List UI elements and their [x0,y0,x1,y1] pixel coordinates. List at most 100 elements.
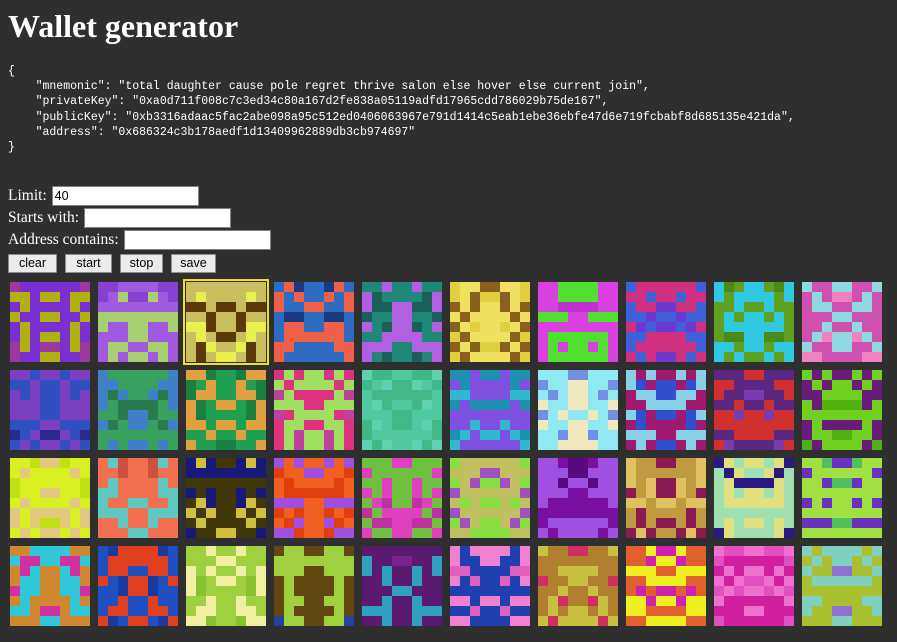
identicon-tile[interactable] [362,282,442,362]
identicon-image [802,458,882,538]
identicon-image [10,546,90,626]
identicon-tile[interactable] [538,370,618,450]
limit-label: Limit: [8,187,47,204]
clear-button[interactable]: clear [8,254,57,273]
starts-with-input[interactable] [83,208,231,229]
mnemonic-value: total daughter cause pole regret thrive … [125,80,637,94]
identicon-tile[interactable] [362,458,442,538]
identicon-tile[interactable] [186,546,266,626]
identicon-tile[interactable] [802,370,882,450]
identicon-tile[interactable] [538,282,618,362]
identicon-tile[interactable] [802,546,882,626]
identicon-tile[interactable] [186,458,266,538]
wallet-json: { "mnemonic": "total daughter cause pole… [8,65,795,155]
identicon-tile[interactable] [10,370,90,450]
address-value: 0x686324c3b178aedf1d13409962889db3cb9746… [118,125,409,139]
identicon-image [274,546,354,626]
limit-row: Limit: [8,186,199,207]
identicon-image [362,282,442,362]
identicon-tile[interactable] [98,370,178,450]
identicon-tile[interactable] [274,370,354,450]
identicon-image [186,458,266,538]
identicon-image [626,370,706,450]
identicon-image [98,458,178,538]
private-key-value: 0xa0d711f008c7c3ed34c80a167d2fe838a05119… [139,95,595,109]
save-button[interactable]: save [171,254,216,273]
identicon-tile[interactable] [626,282,706,362]
starts-with-row: Starts with: [8,208,231,229]
identicon-image [802,282,882,362]
address-contains-input[interactable] [123,230,271,251]
limit-input[interactable] [51,186,199,207]
identicon-tile[interactable] [626,370,706,450]
identicon-image [98,546,178,626]
identicon-image [98,282,178,362]
identicon-image [714,282,794,362]
identicon-image [626,282,706,362]
identicon-image [274,282,354,362]
identicon-image [186,370,266,450]
identicon-image [802,546,882,626]
address-contains-row: Address contains: [8,230,271,251]
identicon-tile[interactable] [714,546,794,626]
identicon-image [10,370,90,450]
identicon-tile[interactable] [626,546,706,626]
identicon-tile[interactable] [98,546,178,626]
identicon-tile[interactable] [450,282,530,362]
identicon-tile[interactable] [274,546,354,626]
identicon-image [274,370,354,450]
identicon-tile[interactable] [714,282,794,362]
address-contains-label: Address contains: [8,231,119,248]
identicon-image [626,546,706,626]
identicon-image [450,546,530,626]
identicon-image [802,370,882,450]
identicon-image [186,546,266,626]
identicon-image [362,458,442,538]
identicon-tile[interactable] [802,458,882,538]
identicon-image [186,282,266,362]
identicon-image [714,370,794,450]
identicon-image [538,282,618,362]
identicon-tile[interactable] [10,458,90,538]
identicon-image [10,282,90,362]
identicon-tile[interactable] [538,546,618,626]
identicon-image [274,458,354,538]
identicon-image [714,546,794,626]
identicon-image [538,546,618,626]
button-bar: clear start stop save [8,254,224,273]
identicon-image [450,282,530,362]
identicon-tile[interactable] [186,370,266,450]
identicon-tile[interactable] [98,458,178,538]
start-button[interactable]: start [65,254,112,273]
identicon-tile[interactable] [10,282,90,362]
identicon-tile[interactable] [538,458,618,538]
identicon-tile[interactable] [450,458,530,538]
identicon-image [538,370,618,450]
identicon-tile[interactable] [450,370,530,450]
identicon-image [362,546,442,626]
identicon-tile[interactable] [362,370,442,450]
identicon-tile[interactable] [10,546,90,626]
page-title: Wallet generator [8,8,239,44]
identicon-image [10,458,90,538]
identicon-image [538,458,618,538]
identicon-tile[interactable] [626,458,706,538]
starts-with-label: Starts with: [8,209,80,226]
public-key-value: 0xb3316adaac5fac2abe098a95c512ed04060639… [132,110,781,124]
identicon-image [626,458,706,538]
identicon-image [714,458,794,538]
identicon-tile[interactable] [450,546,530,626]
identicon-image [450,370,530,450]
identicon-tile[interactable] [183,279,269,365]
identicon-tile[interactable] [274,458,354,538]
identicon-tile[interactable] [362,546,442,626]
identicon-tile[interactable] [274,282,354,362]
stop-button[interactable]: stop [120,254,163,273]
identicon-image [362,370,442,450]
identicon-tile[interactable] [98,282,178,362]
identicon-image [450,458,530,538]
identicon-tile[interactable] [714,370,794,450]
identicon-tile[interactable] [714,458,794,538]
identicon-tile[interactable] [802,282,882,362]
identicon-image [98,370,178,450]
